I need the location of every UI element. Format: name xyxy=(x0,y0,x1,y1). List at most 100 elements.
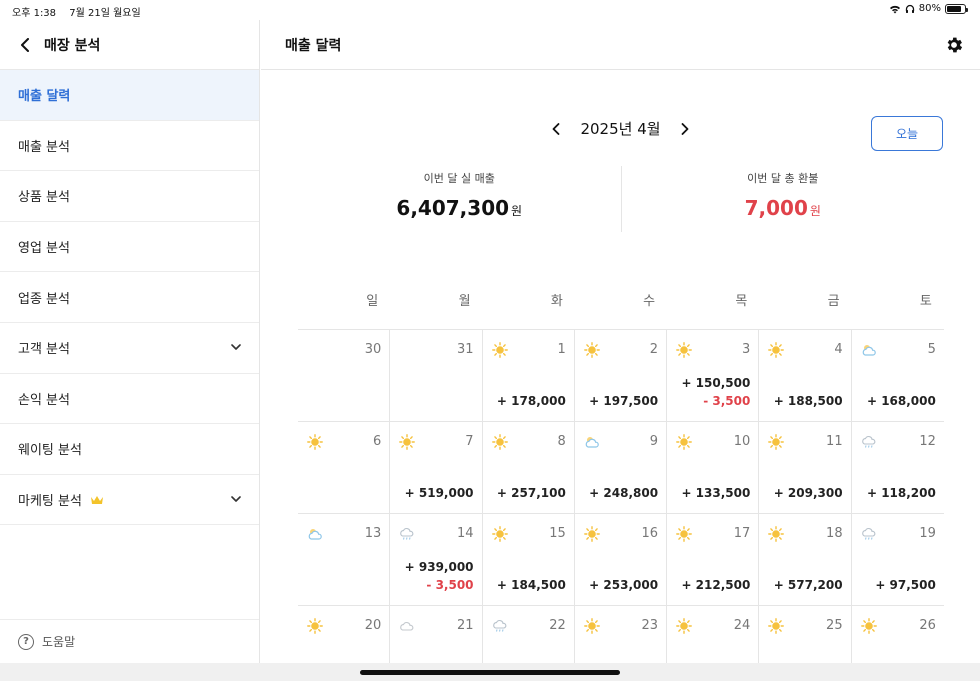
day-number: 22 xyxy=(549,618,566,633)
sidebar-item-label: 업종 분석 xyxy=(18,291,70,307)
weekday-label: 일 xyxy=(366,294,379,309)
day-number: 18 xyxy=(826,526,843,541)
calendar-day-cell[interactable]: 2 + 197,500 xyxy=(575,330,668,421)
day-amounts: + 212,500 xyxy=(681,576,750,594)
monthly-refund: 이번 달 총 환불 7,000 원 xyxy=(622,166,945,232)
battery-icon xyxy=(945,3,968,14)
day-number: 2 xyxy=(649,342,659,357)
weekday-label: 화 xyxy=(550,294,563,309)
day-number: 26 xyxy=(919,618,936,633)
calendar-day-cell[interactable]: 8 + 257,100 xyxy=(483,422,575,513)
calendar-day-cell[interactable]: 18 + 577,200 xyxy=(759,514,852,605)
sun-icon xyxy=(676,342,692,358)
cloud-icon xyxy=(400,621,414,631)
sun-icon xyxy=(583,526,600,542)
calendar-day-cell[interactable]: 7 + 519,000 xyxy=(390,422,483,513)
calendar-day-cell[interactable]: 12 + 118,200 xyxy=(852,422,944,513)
calendar-day-cell[interactable]: 14 + 939,000 - 3,500 xyxy=(390,514,483,605)
help-button[interactable]: ? 도움말 xyxy=(0,619,259,663)
sun-icon xyxy=(399,434,416,450)
sidebar-item-label-wrap: 업종 분석 xyxy=(18,288,70,307)
day-number: 21 xyxy=(456,618,474,633)
sun-icon xyxy=(307,434,323,450)
calendar-day-cell[interactable]: 4 + 188,500 xyxy=(759,330,852,421)
calendar-day-cell[interactable]: 17 + 212,500 xyxy=(667,514,760,605)
day-number: 24 xyxy=(733,618,751,633)
calendar-day-cell[interactable]: 19 + 97,500 xyxy=(852,514,944,605)
day-number: 19 xyxy=(919,526,936,541)
monthly-refund-unit: 원 xyxy=(809,204,821,218)
sidebar-item-label-wrap: 마케팅 분석 xyxy=(18,490,104,509)
day-sales-amount: + 253,000 xyxy=(589,578,659,592)
sidebar-item-2[interactable]: 상품 분석 xyxy=(0,171,259,222)
calendar-day-cell[interactable]: 5 + 168,000 xyxy=(852,330,944,421)
day-number: 12 xyxy=(919,434,936,449)
sun-icon xyxy=(583,618,600,634)
prev-month-button[interactable] xyxy=(546,119,566,139)
day-sales-amount: + 519,000 xyxy=(404,486,474,500)
calendar-day-cell[interactable]: 1 + 178,000 xyxy=(483,330,575,421)
day-amounts: + 248,800 xyxy=(589,484,658,502)
sidebar-item-0[interactable]: 매출 달력 xyxy=(0,70,259,121)
calendar-day-cell[interactable]: 11 + 209,300 xyxy=(759,422,852,513)
calendar-day-cell[interactable]: 15 + 184,500 xyxy=(483,514,575,605)
day-sales-amount: + 97,500 xyxy=(875,578,936,592)
sidebar-item-label-wrap: 손익 분석 xyxy=(18,389,70,408)
battery-percent: 80% xyxy=(918,3,941,14)
sun-icon xyxy=(491,526,508,542)
calendar-day-cell[interactable]: 16 + 253,000 xyxy=(575,514,668,605)
sidebar-item-7[interactable]: 웨이팅 분석 xyxy=(0,424,259,475)
monthly-sales-unit: 원 xyxy=(511,204,523,218)
calendar-day-cell[interactable]: 31 xyxy=(390,330,483,421)
monthly-refund-value: 7,000 xyxy=(744,196,808,220)
calendar-grid: 30 31 1 + 178,000 2 + 197,500 3 + 150,500 - 3,50… xyxy=(298,329,944,681)
calendar-day-cell[interactable]: 6 xyxy=(298,422,391,513)
sidebar-item-3[interactable]: 영업 분석 xyxy=(0,222,259,273)
day-number: 1 xyxy=(557,342,566,357)
sun-icon xyxy=(676,526,692,542)
day-number: 5 xyxy=(927,342,936,357)
sidebar-item-label: 매출 달력 xyxy=(18,89,71,105)
calendar-day-cell[interactable]: 9 + 248,800 xyxy=(575,422,668,513)
sidebar-item-8[interactable]: 마케팅 분석 xyxy=(0,475,259,526)
sun-icon xyxy=(491,434,508,450)
sidebar-item-4[interactable]: 업종 분석 xyxy=(0,272,259,323)
day-number: 17 xyxy=(733,526,751,541)
sidebar-item-label-wrap: 영업 분석 xyxy=(18,237,70,256)
gear-icon[interactable] xyxy=(944,35,964,55)
cloud-sun-icon xyxy=(308,529,322,540)
sidebar-item-5[interactable]: 고객 분석 xyxy=(0,323,259,374)
calendar-day-cell[interactable]: 3 + 150,500 - 3,500 xyxy=(667,330,760,421)
sidebar: 매장 분석 매출 달력 매출 분석 상품 분석 영업 분석 업종 분석 고객 분석 손익 분… xyxy=(0,20,260,663)
day-sales-amount: + 178,000 xyxy=(496,394,566,408)
day-number: 9 xyxy=(649,434,659,449)
day-sales-amount: + 133,500 xyxy=(681,486,751,500)
rain-icon xyxy=(400,527,414,540)
sidebar-item-label: 상품 분석 xyxy=(18,190,70,206)
back-button[interactable] xyxy=(14,34,36,56)
day-number: 7 xyxy=(465,434,474,449)
rain-icon xyxy=(861,527,875,540)
calendar-day-cell[interactable]: 10 + 133,500 xyxy=(667,422,760,513)
day-amounts: + 209,300 xyxy=(774,484,843,502)
day-amounts: + 168,000 xyxy=(867,392,936,410)
headphones-icon xyxy=(905,4,914,13)
calendar-day-cell[interactable]: 13 xyxy=(298,514,391,605)
chevron-down-icon xyxy=(231,344,241,351)
day-number: 30 xyxy=(364,342,382,357)
sidebar-item-6[interactable]: 손익 분석 xyxy=(0,374,259,425)
day-refund-amount: - 3,500 xyxy=(426,578,474,592)
sidebar-item-label: 영업 분석 xyxy=(18,241,70,257)
today-button[interactable]: 오늘 xyxy=(871,116,943,151)
sun-icon xyxy=(768,342,785,358)
day-number: 20 xyxy=(364,618,382,633)
battery-fill xyxy=(947,5,961,12)
sidebar-item-1[interactable]: 매출 분석 xyxy=(0,121,259,172)
weekday-label: 토 xyxy=(919,294,932,309)
main-header: 매출 달력 xyxy=(261,20,980,70)
crown-icon xyxy=(90,495,103,504)
day-number: 13 xyxy=(364,526,382,541)
home-indicator[interactable] xyxy=(360,670,620,675)
next-month-button[interactable] xyxy=(675,119,695,139)
calendar-day-cell[interactable]: 30 xyxy=(298,330,391,421)
